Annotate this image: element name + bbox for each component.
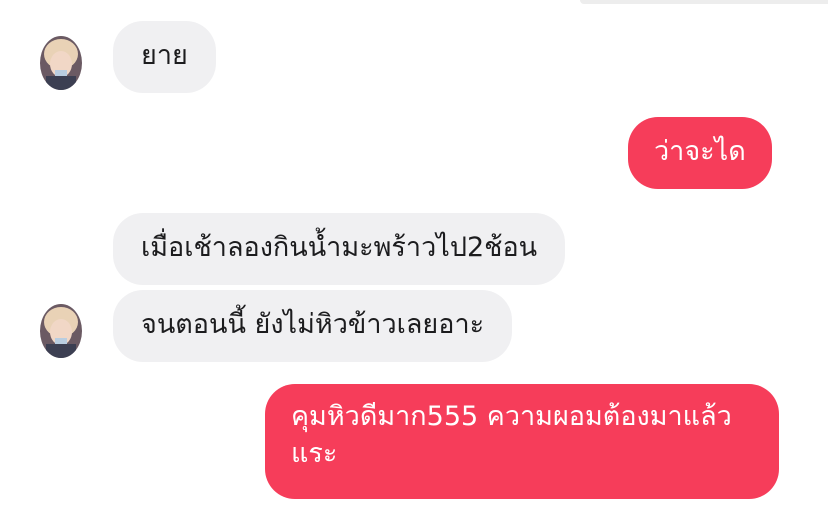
avatar[interactable] <box>40 36 82 90</box>
message-bubble-incoming[interactable]: ยาย <box>113 21 216 93</box>
message-bubble-outgoing[interactable]: คุมหิวดีมาก555 ความผอมต้องมาแล้วแระ <box>265 384 779 499</box>
message-text: จนตอนนี้ ยังไม่หิวข้าวเลยอาะ <box>141 309 485 340</box>
message-bubble-incoming[interactable]: เมื่อเช้าลองกินน้ำมะพร้าวไป2ช้อน <box>113 213 566 285</box>
message-bubble-incoming[interactable]: จนตอนนี้ ยังไม่หิวข้าวเลยอาะ <box>113 290 513 362</box>
message-bubble-outgoing[interactable]: ว่าจะได <box>628 117 772 189</box>
previous-message-edge <box>580 0 828 4</box>
message-text: ว่าจะได <box>654 136 746 167</box>
user-avatar-icon <box>40 304 82 358</box>
user-avatar-icon <box>40 36 82 90</box>
avatar[interactable] <box>40 304 82 358</box>
message-text: ยาย <box>141 40 188 71</box>
message-text: คุมหิวดีมาก555 ความผอมต้องมาแล้วแระ <box>291 401 732 469</box>
message-text: เมื่อเช้าลองกินน้ำมะพร้าวไป2ช้อน <box>141 232 538 263</box>
